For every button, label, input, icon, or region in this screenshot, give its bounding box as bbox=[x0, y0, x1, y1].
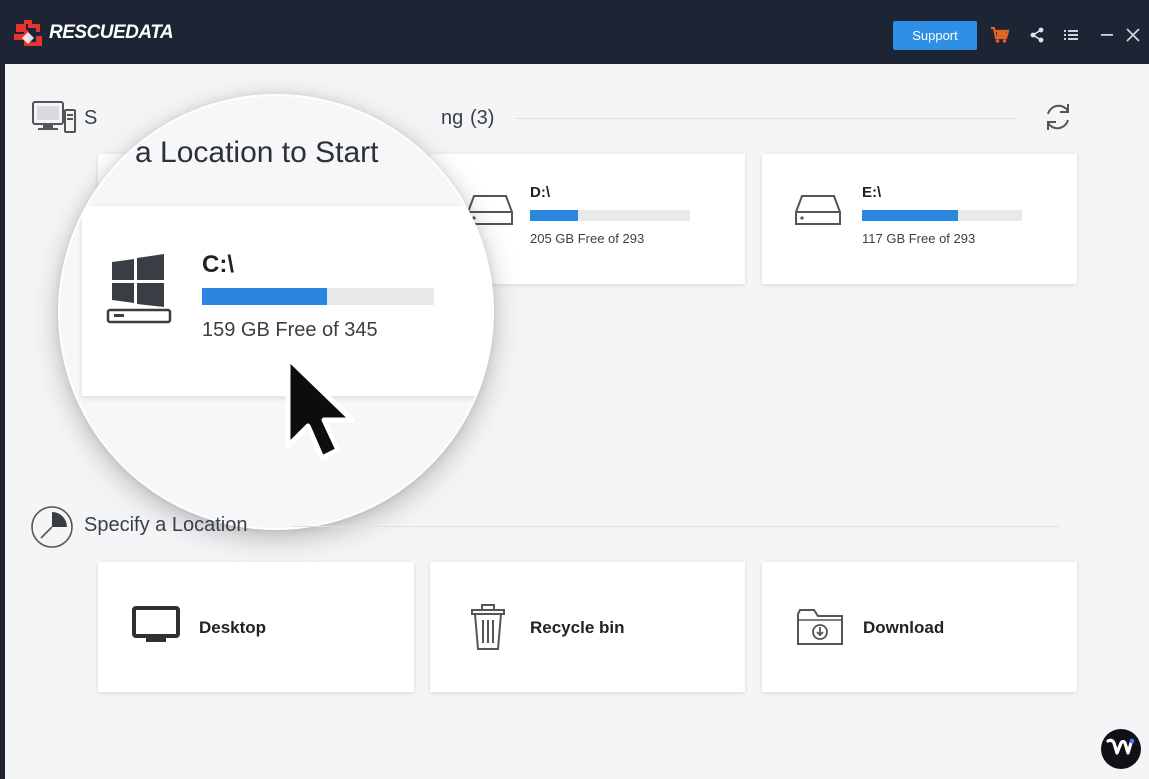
drive-name: D:\ bbox=[530, 184, 550, 201]
cart-icon[interactable] bbox=[989, 22, 1011, 48]
windows-drive-icon bbox=[106, 252, 176, 329]
download-folder-icon bbox=[796, 606, 844, 651]
location-label: Download bbox=[863, 618, 945, 637]
support-button[interactable]: Support bbox=[893, 21, 977, 50]
minimize-icon[interactable] bbox=[1096, 22, 1118, 48]
location-card-desktop[interactable]: Desktop bbox=[98, 562, 414, 692]
rescuedata-logo-icon bbox=[14, 20, 42, 46]
drive-free-space: 159 GB Free of 345 bbox=[202, 319, 378, 341]
share-icon[interactable] bbox=[1026, 22, 1048, 48]
section-divider bbox=[515, 118, 1015, 119]
drive-free-space: 117 GB Free of 293 bbox=[862, 231, 976, 246]
drives-section-title-end: ng bbox=[441, 107, 464, 129]
magnifier-lens: a Location to Start C:\ 159 GB Free of 3… bbox=[60, 96, 492, 528]
mouse-cursor-icon bbox=[282, 354, 362, 471]
brand-name: RESCUEDATA bbox=[49, 22, 174, 43]
locations-section-title: Specify a Location bbox=[84, 514, 248, 536]
drive-usage-bar bbox=[202, 288, 434, 305]
main-panel: S ng (3) D:\ 205 GB Free of 293 E:\ 117 … bbox=[5, 64, 1149, 779]
monitor-icon bbox=[132, 606, 180, 653]
w-logo-icon bbox=[1106, 738, 1135, 755]
refresh-icon[interactable] bbox=[1041, 100, 1075, 139]
close-icon[interactable] bbox=[1122, 22, 1144, 48]
magnified-section-title: a Location to Start bbox=[135, 136, 379, 169]
trash-icon bbox=[470, 604, 506, 657]
location-card-download[interactable]: Download bbox=[762, 562, 1077, 692]
location-card-recycle-bin[interactable]: Recycle bin bbox=[430, 562, 745, 692]
drive-usage-fill bbox=[202, 288, 328, 305]
drives-count: (3) bbox=[470, 107, 495, 129]
drive-usage-bar bbox=[862, 210, 1022, 221]
drive-usage-fill bbox=[862, 210, 958, 221]
drive-usage-fill bbox=[530, 210, 578, 221]
hard-drive-icon bbox=[794, 192, 842, 233]
drives-section-title-start: S bbox=[84, 107, 98, 129]
section-divider bbox=[293, 526, 1059, 527]
menu-icon[interactable] bbox=[1060, 22, 1082, 48]
location-label: Recycle bin bbox=[530, 618, 625, 637]
drive-name: E:\ bbox=[862, 184, 882, 201]
drive-card-e[interactable]: E:\ 117 GB Free of 293 bbox=[762, 154, 1077, 284]
watermark-logo bbox=[1101, 729, 1141, 769]
app-logo: RESCUEDATA bbox=[12, 18, 174, 48]
drive-free-space: 205 GB Free of 293 bbox=[530, 231, 645, 246]
location-pin-icon bbox=[29, 504, 75, 555]
computer-icon bbox=[31, 100, 77, 141]
title-bar: RESCUEDATA Support bbox=[0, 0, 1149, 64]
drive-usage-bar bbox=[530, 210, 690, 221]
location-label: Desktop bbox=[199, 618, 267, 637]
drive-name: C:\ bbox=[202, 251, 234, 278]
